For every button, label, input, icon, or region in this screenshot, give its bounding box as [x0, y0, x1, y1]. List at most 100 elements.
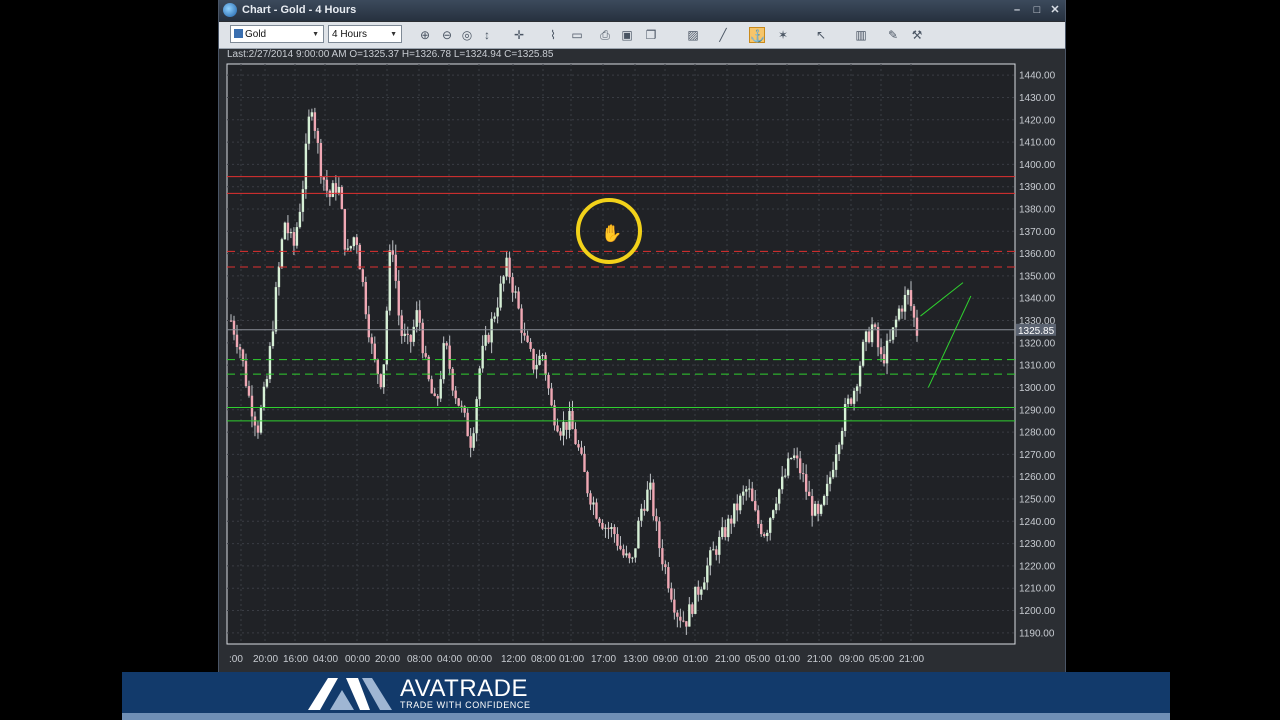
candle-body — [697, 586, 700, 595]
price-chart[interactable]: 1440.00 1430.00 1420.00 1410.00 1400.00 1390.… — [219, 0, 1065, 672]
x-tick-label: 21:00 — [899, 654, 924, 665]
candle-body — [891, 327, 895, 340]
candle-body — [807, 491, 811, 497]
candle-body — [592, 502, 595, 505]
candle-body — [870, 324, 874, 343]
candle-body — [840, 430, 844, 445]
candle-body — [352, 237, 356, 247]
y-tick-label: 1290.00 — [1019, 405, 1056, 416]
candle-body — [484, 334, 487, 346]
candle-body — [601, 522, 604, 529]
candle-body — [418, 310, 421, 323]
y-tick-label: 1440.00 — [1019, 71, 1056, 82]
brand-footer: AVATRADE TRADE WITH CONFIDENCE — [122, 672, 1170, 720]
candle-body — [688, 604, 691, 627]
candle-body — [439, 379, 442, 399]
candle-body — [595, 502, 598, 519]
candle-body — [271, 331, 275, 347]
candle-body — [748, 488, 751, 490]
candle-body — [766, 532, 769, 536]
candle-body — [888, 339, 892, 341]
y-tick-label: 1230.00 — [1019, 539, 1056, 550]
candle-body — [376, 359, 379, 375]
candle-body — [631, 557, 634, 559]
y-tick-label: 1220.00 — [1019, 561, 1056, 572]
candle-body — [370, 337, 373, 344]
candle-body — [361, 269, 365, 283]
candle-body — [691, 604, 694, 614]
y-tick-label: 1320.00 — [1019, 338, 1056, 349]
candle-body — [664, 564, 667, 568]
x-tick-label: 21:00 — [715, 654, 740, 665]
y-tick-label: 1390.00 — [1019, 182, 1056, 193]
x-tick-label: 00:00 — [467, 654, 492, 665]
x-tick-label: 21:00 — [807, 654, 832, 665]
candle-body — [754, 501, 757, 511]
candle-body — [475, 399, 478, 434]
y-tick-label: 1420.00 — [1019, 115, 1056, 126]
candle-body — [259, 407, 263, 433]
x-tick-label: 16:00 — [283, 654, 308, 665]
candle-body — [298, 211, 302, 228]
candle-body — [313, 112, 317, 131]
candle-body — [421, 322, 424, 354]
candle-body — [867, 331, 871, 343]
candle-body — [885, 340, 889, 364]
candle-body — [355, 237, 359, 245]
candle-body — [541, 355, 544, 357]
candle-body — [682, 620, 685, 622]
candle-body — [661, 548, 664, 565]
candle-body — [319, 142, 323, 178]
candle-body — [520, 308, 523, 333]
candle-body — [733, 503, 736, 524]
candle-body — [502, 276, 505, 284]
candle-body — [727, 518, 730, 538]
candle-body — [433, 393, 436, 397]
candle-body — [385, 310, 388, 365]
candle-body — [852, 390, 856, 404]
candle-body — [574, 429, 577, 445]
candle-body — [547, 374, 550, 389]
candle-body — [238, 347, 242, 350]
candle-body — [667, 567, 670, 589]
candle-body — [343, 209, 347, 250]
candle-body — [712, 549, 715, 551]
candle-body — [864, 331, 868, 342]
y-tick-label: 1200.00 — [1019, 606, 1056, 617]
candle-body — [775, 503, 778, 511]
candle-body — [700, 589, 703, 595]
candle-body — [478, 368, 481, 400]
y-tick-label: 1240.00 — [1019, 517, 1056, 528]
x-tick-label: 08:00 — [407, 654, 432, 665]
candle-body — [394, 254, 397, 281]
candle-body — [843, 404, 847, 431]
candle-body — [322, 177, 326, 180]
candle-body — [424, 353, 427, 357]
x-tick-label: 00:00 — [345, 654, 370, 665]
candle-body — [391, 250, 394, 255]
candle-body — [349, 246, 353, 249]
candle-body — [274, 287, 278, 332]
candle-body — [757, 510, 760, 524]
candle-body — [676, 612, 679, 617]
candle-body — [487, 334, 490, 343]
candle-body — [307, 116, 311, 144]
candle-body — [295, 227, 299, 246]
candle-body — [751, 488, 754, 502]
candle-body — [523, 332, 526, 336]
candle-body — [598, 518, 601, 523]
candle-body — [649, 482, 652, 490]
candle-body — [256, 425, 260, 433]
candle-body — [721, 527, 724, 537]
candle-body — [685, 621, 688, 627]
candle-body — [640, 508, 643, 521]
candle-body — [331, 183, 335, 197]
y-tick-label: 1380.00 — [1019, 205, 1056, 216]
candle-body — [810, 496, 814, 516]
candle-body — [544, 355, 547, 375]
candle-body — [900, 308, 904, 312]
footer-strip — [122, 713, 1170, 720]
candle-body — [583, 453, 586, 472]
candle-body — [481, 345, 484, 369]
candle-body — [906, 290, 910, 295]
